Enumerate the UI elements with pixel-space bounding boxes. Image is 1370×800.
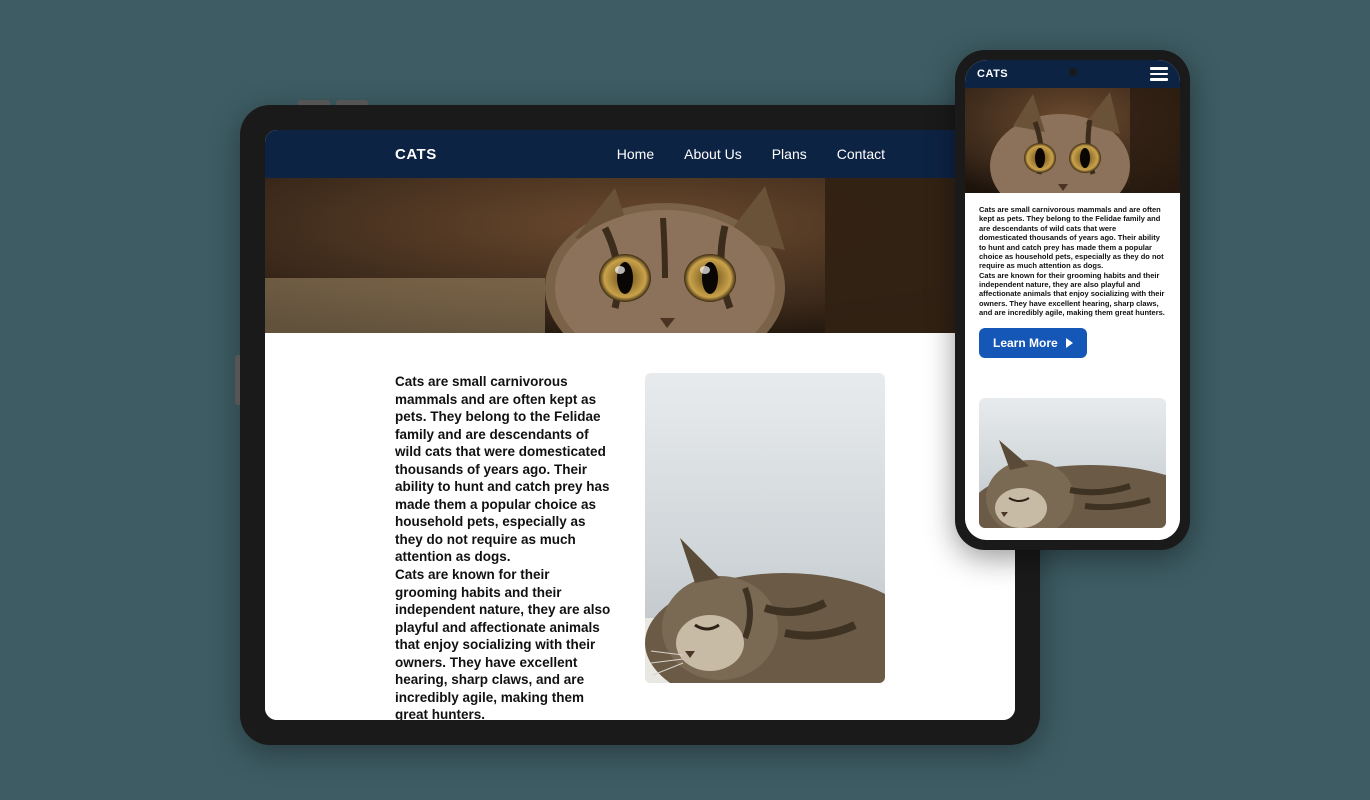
tablet-screen: CATS Home About Us Plans Contact <box>265 130 1015 720</box>
phone-screen: CATS <box>965 60 1180 540</box>
learn-more-label-mobile: Learn More <box>993 336 1058 350</box>
nav-links: Home About Us Plans Contact <box>617 146 885 162</box>
navbar: CATS Home About Us Plans Contact <box>265 130 1015 178</box>
body-paragraph-1-mobile: Cats are small carnivorous mammals and a… <box>979 205 1166 271</box>
nav-link-about[interactable]: About Us <box>684 146 742 162</box>
play-icon <box>1066 338 1073 348</box>
body-paragraph-2: Cats are known for their grooming habits… <box>395 566 615 720</box>
body-paragraph-2-mobile: Cats are known for their grooming habits… <box>979 271 1166 318</box>
hero-image-mobile <box>965 88 1180 193</box>
phone-device-frame: CATS <box>955 50 1190 550</box>
brand-logo[interactable]: CATS <box>395 146 437 163</box>
side-image-mobile <box>979 398 1166 528</box>
text-column-mobile: Cats are small carnivorous mammals and a… <box>979 205 1166 384</box>
body-paragraph-1: Cats are small carnivorous mammals and a… <box>395 373 615 566</box>
phone-camera-notch <box>1069 68 1077 76</box>
learn-more-button-mobile[interactable]: Learn More <box>979 328 1087 358</box>
nav-link-plans[interactable]: Plans <box>772 146 807 162</box>
nav-link-contact[interactable]: Contact <box>837 146 885 162</box>
side-image <box>645 373 885 683</box>
hero-image <box>265 178 1015 333</box>
content-section: Cats are small carnivorous mammals and a… <box>265 333 1015 720</box>
text-column: Cats are small carnivorous mammals and a… <box>395 373 615 700</box>
tablet-volume-buttons <box>298 100 368 105</box>
nav-link-home[interactable]: Home <box>617 146 654 162</box>
content-section-mobile: Cats are small carnivorous mammals and a… <box>965 193 1180 540</box>
brand-logo-mobile[interactable]: CATS <box>977 68 1008 80</box>
hamburger-menu-icon[interactable] <box>1150 67 1168 81</box>
tablet-device-frame: CATS Home About Us Plans Contact <box>240 105 1040 745</box>
